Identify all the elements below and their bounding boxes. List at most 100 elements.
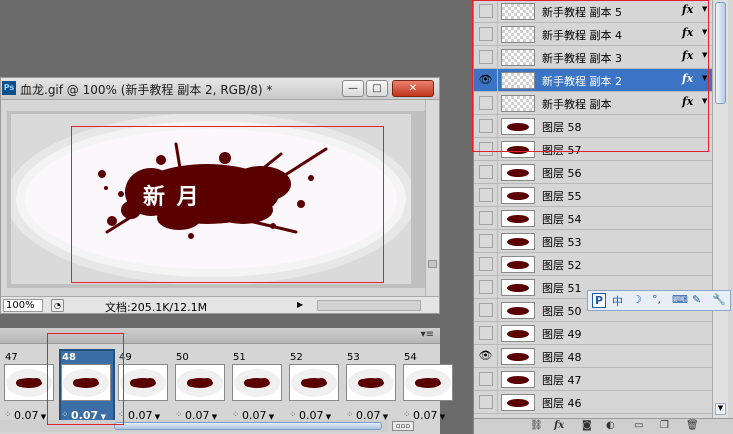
animation-horizontal-scrollbar[interactable] (0, 420, 388, 432)
layer-effects-icon[interactable]: fx (682, 3, 693, 16)
frame-disposal-icon[interactable]: ⁘ (403, 410, 411, 420)
link-layers-icon[interactable]: ⛓ (530, 420, 543, 431)
animation-frame[interactable]: 49 ⁘ 0.07 ▼ (116, 349, 172, 423)
ime-logo-icon[interactable]: P (592, 293, 607, 308)
layer-row[interactable]: 图层 55 (474, 184, 712, 207)
layer-row[interactable]: 图层 54 (474, 207, 712, 230)
layer-row[interactable]: 👁 新手教程 副本 2 fx ▼ (474, 69, 712, 92)
ime-handwriting-icon[interactable]: ✎ (692, 293, 701, 306)
layer-row[interactable]: 新手教程 副本 4 fx ▼ (474, 23, 712, 46)
ime-keyboard-icon[interactable]: ⌨ (672, 293, 688, 306)
visibility-toggle[interactable] (474, 115, 498, 137)
visibility-toggle[interactable] (474, 0, 498, 22)
visibility-toggle[interactable] (474, 253, 498, 275)
visibility-toggle[interactable] (474, 230, 498, 252)
layer-row[interactable]: 新手教程 副本 3 fx ▼ (474, 46, 712, 69)
ime-halfwidth-icon[interactable]: ☽ (632, 293, 642, 306)
animation-frame[interactable]: 53 ⁘ 0.07 ▼ (344, 349, 400, 423)
expand-effects-icon[interactable]: ▼ (702, 97, 707, 105)
animation-options-icon[interactable]: ▫▫▫ (392, 421, 414, 431)
expand-effects-icon[interactable]: ▼ (702, 28, 707, 36)
layer-row[interactable]: 图层 53 (474, 230, 712, 253)
layer-effects-icon[interactable]: fx (682, 26, 693, 39)
layer-effects-icon[interactable]: fx (682, 49, 693, 62)
layers-vertical-scrollbar[interactable]: ▼ (712, 0, 728, 418)
new-group-icon[interactable]: ▭ (634, 420, 643, 431)
frame-disposal-icon[interactable]: ⁘ (118, 410, 126, 420)
frame-disposal-icon[interactable]: ⁘ (175, 410, 183, 420)
document-window[interactable]: Ps 血龙.gif @ 100% (新手教程 副本 2, RGB/8) * — … (0, 77, 440, 314)
layer-row[interactable]: 👁 图层 48 (474, 345, 712, 368)
frame-delay[interactable]: 0.07 ▼ (413, 409, 445, 422)
visibility-toggle[interactable] (474, 299, 498, 321)
delete-layer-icon[interactable]: 🗑 (686, 420, 699, 431)
ime-settings-icon[interactable]: 🔧 (712, 293, 726, 306)
adjustment-layer-icon[interactable]: ◐ (606, 420, 615, 431)
visibility-toggle[interactable] (474, 92, 498, 114)
new-layer-icon[interactable]: ❐ (660, 420, 669, 431)
visibility-toggle[interactable] (474, 391, 498, 413)
maximize-button[interactable]: □ (366, 80, 388, 97)
layer-row[interactable]: 图层 47 (474, 368, 712, 391)
expand-effects-icon[interactable]: ▼ (702, 74, 707, 82)
expand-effects-icon[interactable]: ▼ (702, 51, 707, 59)
status-arrow-icon[interactable]: ▶ (297, 300, 303, 309)
layer-row[interactable]: 图层 52 (474, 253, 712, 276)
layer-row[interactable]: 图层 46 (474, 391, 712, 414)
minimize-button[interactable]: — (342, 80, 364, 97)
eye-icon[interactable]: 👁 (474, 345, 498, 367)
layer-effects-icon[interactable]: fx (682, 95, 693, 108)
layer-row[interactable]: 新手教程 副本 fx ▼ (474, 92, 712, 115)
animation-frame[interactable]: 52 ⁘ 0.07 ▼ (287, 349, 343, 423)
panel-menu-icon[interactable]: ▾≡ (421, 329, 434, 340)
visibility-toggle[interactable] (474, 138, 498, 160)
scroll-thumb[interactable] (428, 260, 437, 268)
animation-frame[interactable]: 54 ⁘ 0.07 ▼ (401, 349, 457, 423)
layer-row[interactable]: 图层 56 (474, 161, 712, 184)
scroll-thumb[interactable] (114, 422, 382, 430)
layer-effects-icon[interactable]: fx (682, 72, 693, 85)
visibility-toggle[interactable] (474, 184, 498, 206)
visibility-toggle[interactable] (474, 368, 498, 390)
visibility-toggle[interactable] (474, 207, 498, 229)
visibility-toggle[interactable] (474, 161, 498, 183)
animation-frame[interactable]: 50 ⁘ 0.07 ▼ (173, 349, 229, 423)
ime-chinese-mode-icon[interactable]: 中 (612, 293, 623, 309)
expand-effects-icon[interactable]: ▼ (702, 5, 707, 13)
frame-disposal-icon[interactable]: ⁘ (289, 410, 297, 420)
layer-name: 图层 57 (542, 144, 582, 157)
visibility-toggle[interactable] (474, 46, 498, 68)
layer-row[interactable]: 图层 57 (474, 138, 712, 161)
zoom-level-field[interactable]: 100% (3, 299, 43, 312)
animation-frame[interactable]: 48 ⁘ 0.07 ▼ (59, 349, 115, 423)
status-menu-icon[interactable]: ◔ (51, 299, 64, 312)
layer-name: 图层 47 (542, 374, 582, 387)
document-vertical-scrollbar[interactable] (425, 100, 439, 296)
ime-punctuation-icon[interactable]: °, (652, 293, 661, 306)
visibility-toggle[interactable] (474, 322, 498, 344)
document-horizontal-scrollbar[interactable] (317, 300, 421, 311)
frame-disposal-icon[interactable]: ⁘ (346, 410, 354, 420)
layer-row[interactable]: 图层 58 (474, 115, 712, 138)
eye-icon[interactable]: 👁 (474, 69, 498, 91)
visibility-toggle[interactable] (474, 276, 498, 298)
photoshop-icon: Ps (2, 81, 16, 95)
layer-row[interactable]: 新手教程 副本 5 fx ▼ (474, 0, 712, 23)
animation-frame[interactable]: 47 ⁘ 0.07 ▼ (2, 349, 58, 423)
animation-frame[interactable]: 51 ⁘ 0.07 ▼ (230, 349, 286, 423)
frame-thumbnail (175, 364, 225, 401)
frame-disposal-icon[interactable]: ⁘ (61, 410, 69, 420)
document-title-bar[interactable]: Ps 血龙.gif @ 100% (新手教程 副本 2, RGB/8) * — … (1, 78, 439, 100)
layer-mask-icon[interactable]: ◙ (582, 420, 592, 431)
document-canvas[interactable]: 新 月 (7, 111, 431, 288)
layer-style-icon[interactable]: fx (554, 420, 564, 431)
layer-thumbnail (501, 210, 535, 227)
frame-disposal-icon[interactable]: ⁘ (232, 410, 240, 420)
scroll-down-icon[interactable]: ▼ (715, 403, 726, 415)
animation-panel-header: ▾≡ (0, 328, 440, 344)
layer-row[interactable]: 图层 49 (474, 322, 712, 345)
visibility-toggle[interactable] (474, 23, 498, 45)
close-button[interactable]: ✕ (392, 80, 434, 97)
frame-disposal-icon[interactable]: ⁘ (4, 410, 12, 420)
scroll-thumb[interactable] (715, 2, 726, 104)
